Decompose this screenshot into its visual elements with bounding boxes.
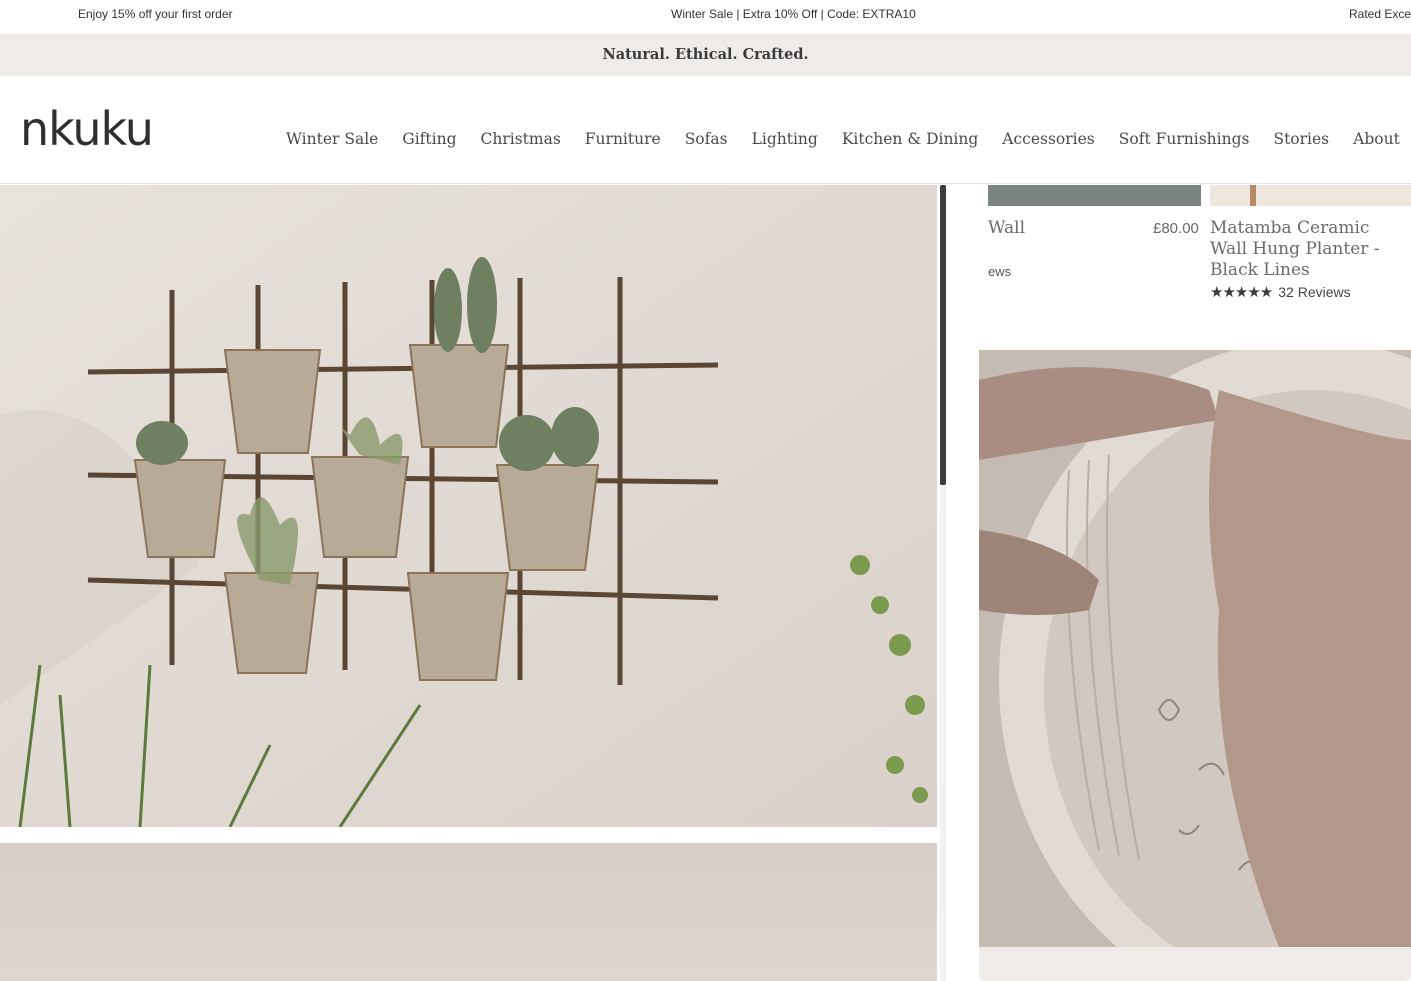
nav-kitchen-dining[interactable]: Kitchen & Dining	[842, 130, 978, 148]
product-price: £80.00	[1153, 220, 1199, 237]
nav-about[interactable]: About	[1353, 130, 1400, 148]
product-name[interactable]: Matamba Ceramic Wall Hung Planter - Blac…	[1210, 218, 1410, 281]
content-panel-footer	[979, 947, 1411, 981]
promo-rating[interactable]: Rated Excell	[1349, 7, 1411, 21]
product-thumbnail[interactable]	[988, 185, 1201, 206]
nav-accessories[interactable]: Accessories	[1002, 130, 1094, 148]
nav-lighting[interactable]: Lighting	[752, 130, 818, 148]
promo-bar: Enjoy 15% off your first order Winter Sa…	[0, 0, 1411, 28]
product-reviews[interactable]: 32 Reviews	[1278, 284, 1350, 300]
hero-image-wall-planter[interactable]	[0, 185, 937, 827]
nav-stories[interactable]: Stories	[1273, 130, 1329, 148]
pottery-illustration	[979, 350, 1411, 947]
tagline-text: Natural. Ethical. Crafted.	[602, 46, 809, 63]
nkuku-logo[interactable]: nkuku	[20, 94, 154, 164]
promo-winter-sale[interactable]: Winter Sale | Extra 10% Off | Code: EXTR…	[671, 7, 916, 21]
nav-winter-sale[interactable]: Winter Sale	[286, 130, 378, 148]
site-header: nkuku Winter Sale Gifting Christmas Furn…	[0, 76, 1411, 184]
product-reviews[interactable]: ews	[988, 264, 1011, 279]
promo-first-order[interactable]: Enjoy 15% off your first order	[78, 7, 233, 21]
nav-furniture[interactable]: Furniture	[585, 130, 661, 148]
main-nav: Winter Sale Gifting Christmas Furniture …	[286, 130, 1411, 148]
pottery-video-panel[interactable]	[979, 350, 1411, 947]
product-rating[interactable]: ★★★★★ 32 Reviews	[1210, 283, 1351, 301]
product-thumbnail[interactable]	[1210, 185, 1411, 206]
star-rating-icon: ★★★★★	[1210, 284, 1273, 301]
scrollbar-thumb[interactable]	[940, 185, 946, 485]
nav-gifting[interactable]: Gifting	[402, 130, 456, 148]
nav-sofas[interactable]: Sofas	[685, 130, 728, 148]
nav-soft-furnishings[interactable]: Soft Furnishings	[1119, 130, 1250, 148]
hero-image-secondary[interactable]	[0, 843, 937, 981]
nav-christmas[interactable]: Christmas	[481, 130, 561, 148]
product-name[interactable]: Wall	[988, 218, 1025, 238]
product-carousel: Wall £80.00 ews Matamba Ceramic Wall Hun…	[988, 185, 1411, 325]
tagline-bar: Natural. Ethical. Crafted.	[0, 34, 1411, 76]
wall-planter-illustration	[0, 185, 937, 827]
